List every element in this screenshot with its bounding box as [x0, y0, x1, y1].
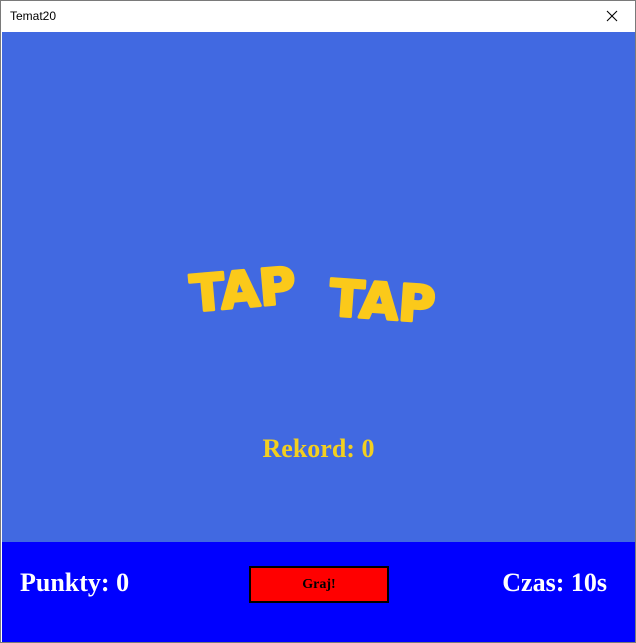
logo-word-1: TAP — [188, 256, 298, 323]
logo-word-2: TAP — [328, 269, 437, 334]
score-label: Punkty: 0 — [20, 568, 130, 597]
bottom-bar: Punkty: 0 Graj! Czas: 10s — [2, 542, 635, 642]
game-area[interactable]: TAP TAP Rekord: 0 — [2, 32, 635, 542]
close-icon — [606, 10, 618, 22]
window-title: Temat20 — [10, 9, 57, 23]
app-window: Temat20 TAP TAP Rekord: 0 Punkty: 0 Graj… — [0, 0, 636, 643]
close-button[interactable] — [589, 1, 635, 31]
title-bar[interactable]: Temat20 — [1, 1, 635, 31]
play-button[interactable]: Graj! — [249, 566, 389, 603]
time-label: Czas: 10s — [502, 568, 607, 597]
record-label: Rekord: 0 — [262, 434, 375, 463]
tap-tap-logo: TAP TAP — [186, 255, 438, 336]
client-area: TAP TAP Rekord: 0 Punkty: 0 Graj! Czas: … — [2, 32, 635, 642]
